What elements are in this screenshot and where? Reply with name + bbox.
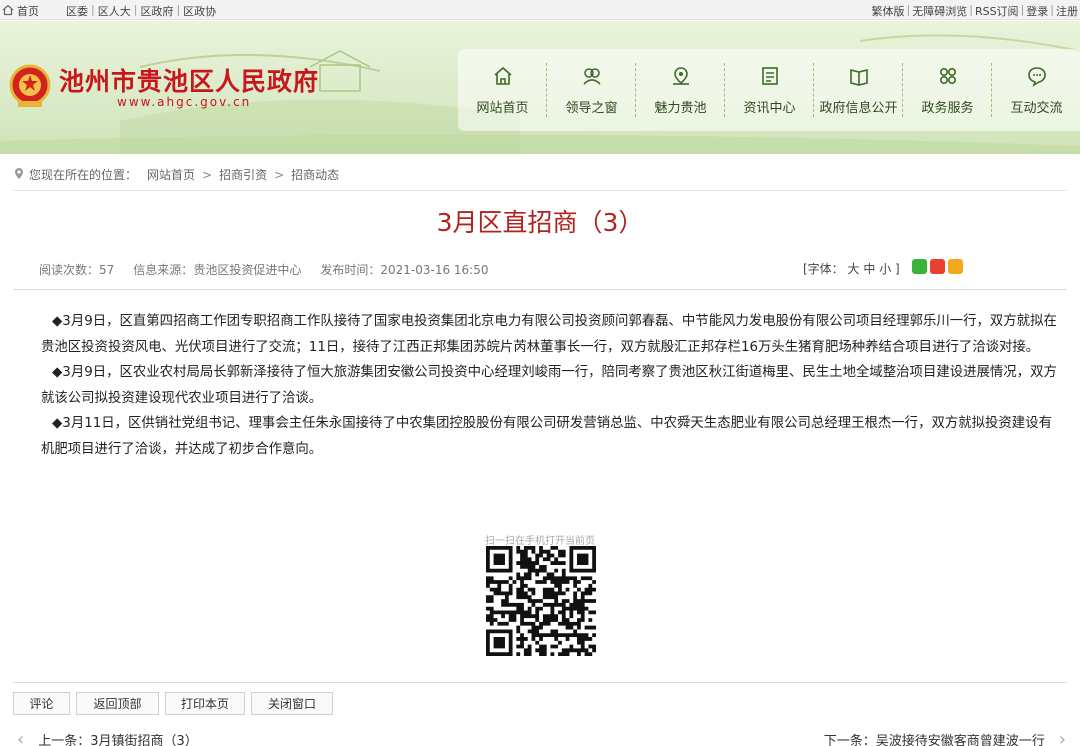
font-size-label: [字体： <box>803 262 844 276</box>
nav-home[interactable]: 网站首页 <box>458 49 547 131</box>
next-article-link[interactable]: 下一条：吴波接待安徽客商曾建波一行 › <box>824 730 1066 746</box>
site-title[interactable]: 池州市贵池区人民政府 <box>59 62 319 98</box>
comment-button[interactable]: 评论 <box>13 692 70 715</box>
national-emblem-icon <box>9 64 51 107</box>
chevron-right-icon: › <box>1058 728 1066 746</box>
next-article-label: 下一条：吴波接待安徽客商曾建波一行 <box>823 734 1045 746</box>
breadcrumb-home[interactable]: 网站首页 <box>147 166 195 183</box>
divider <box>13 682 1067 683</box>
breadcrumb: 您现在所在的位置： 网站首页 > 招商引资 > 招商动态 <box>13 166 339 183</box>
top-left-links: 区委 | 区人大 | 区政府 | 区政协 <box>66 3 217 19</box>
breadcrumb-dynamics[interactable]: 招商动态 <box>291 166 339 183</box>
home-link-label: 首页 <box>17 5 39 18</box>
nav-interaction-label: 互动交流 <box>1010 100 1063 116</box>
breadcrumb-investment[interactable]: 招商引资 <box>219 166 267 183</box>
publish-time: 发布时间：2021-03-16 16:50 <box>320 263 489 277</box>
site-url: www.ahgc.gov.cn <box>117 95 252 109</box>
wechat-share-icon[interactable] <box>912 259 927 274</box>
font-size-medium[interactable]: 中 <box>863 262 875 276</box>
nav-leaders[interactable]: 领导之窗 <box>547 49 636 131</box>
traditional-chinese-link[interactable]: 繁体版 <box>872 3 905 19</box>
register-link[interactable]: 注册 <box>1056 3 1078 19</box>
read-count: 阅读次数：57 <box>39 263 115 277</box>
location-pin-icon <box>13 167 25 183</box>
nav-interaction[interactable]: 互动交流 <box>992 49 1080 131</box>
prev-article-label: 上一条：3月镇街招商（3） <box>38 734 198 746</box>
top-link-cppcc[interactable]: 区政协 <box>183 3 216 19</box>
nav-gov-info[interactable]: 政府信息公开 <box>814 49 903 131</box>
back-to-top-button[interactable]: 返回顶部 <box>76 692 159 715</box>
news-icon <box>759 65 781 97</box>
accessibility-link[interactable]: 无障碍浏览 <box>912 3 967 19</box>
action-buttons: 评论 返回顶部 打印本页 关闭窗口 <box>13 692 333 715</box>
close-window-button[interactable]: 关闭窗口 <box>251 692 333 715</box>
location-icon <box>670 65 692 97</box>
home-link[interactable]: 首页 <box>2 3 39 19</box>
site-header: 池州市贵池区人民政府 www.ahgc.gov.cn 网站首页 领导之窗 魅力贵… <box>0 21 1080 154</box>
font-size-large[interactable]: 大 <box>848 262 860 276</box>
article-paragraph: ◆3月9日，区直第四招商工作团专职招商工作队接待了国家电投资集团北京电力有限公司… <box>41 314 1057 355</box>
nav-charm-label: 魅力贵池 <box>654 100 707 116</box>
article-meta: 阅读次数：57 信息来源：贵池区投资促进中心 发布时间：2021-03-16 1… <box>39 261 488 278</box>
leaders-icon <box>581 65 603 97</box>
nav-leaders-label: 领导之窗 <box>565 100 618 116</box>
divider <box>13 289 1067 290</box>
grid-icon <box>937 65 959 97</box>
qr-label: 扫一扫在手机打开当前页 <box>485 536 595 547</box>
nav-services-label: 政务服务 <box>921 100 974 116</box>
chat-icon <box>1026 65 1048 97</box>
home-icon <box>492 65 514 97</box>
main-nav: 网站首页 领导之窗 魅力贵池 资讯中心 政府信息公开 政务服务 互动交流 <box>458 49 1080 131</box>
qzone-share-icon[interactable] <box>948 259 963 274</box>
top-link-party[interactable]: 区委 <box>66 3 88 19</box>
login-link[interactable]: 登录 <box>1026 3 1048 19</box>
share-buttons <box>912 259 963 274</box>
divider <box>13 190 1067 191</box>
article-title: 3月区直招商（3） <box>436 208 644 237</box>
info-source: 信息来源：贵池区投资促进中心 <box>133 263 302 277</box>
rss-link[interactable]: RSS订阅 <box>975 3 1019 19</box>
home-icon <box>2 4 14 19</box>
book-icon <box>848 65 870 97</box>
top-bar: 首页 区委 | 区人大 | 区政府 | 区政协 繁体版 | 无障碍浏览 | RSS订阅 | … <box>0 0 1080 20</box>
top-link-congress[interactable]: 区人大 <box>98 3 131 19</box>
nav-services[interactable]: 政务服务 <box>903 49 992 131</box>
article-body: ◆3月9日，区直第四招商工作团专职招商工作队接待了国家电投资集团北京电力有限公司… <box>41 309 1065 462</box>
weibo-share-icon[interactable] <box>930 259 945 274</box>
prev-article-link[interactable]: ‹ 上一条：3月镇街招商（3） <box>17 730 198 746</box>
article-paragraph: ◆3月9日，区农业农村局局长郭新泽接待了恒大旅游集团安徽公司投资中心经理刘峻雨一… <box>41 365 1057 406</box>
nav-news-label: 资讯中心 <box>743 100 796 116</box>
font-size-control: [字体： 大 中 小 ] <box>803 262 900 276</box>
nav-news[interactable]: 资讯中心 <box>725 49 814 131</box>
nav-home-label: 网站首页 <box>476 100 529 116</box>
print-button[interactable]: 打印本页 <box>165 692 245 715</box>
breadcrumb-prefix: 您现在所在的位置： <box>29 168 138 182</box>
font-size-small[interactable]: 小 <box>879 262 891 276</box>
chevron-left-icon: ‹ <box>17 728 25 746</box>
nav-charm[interactable]: 魅力贵池 <box>636 49 725 131</box>
top-link-government[interactable]: 区政府 <box>140 3 173 19</box>
qr-code-icon <box>486 546 596 656</box>
top-right-links: 繁体版 | 无障碍浏览 | RSS订阅 | 登录 | 注册 <box>871 3 1078 19</box>
article-paragraph: ◆3月11日，区供销社党组书记、理事会主任朱永国接待了中农集团控股股份有限公司研… <box>41 416 1052 457</box>
nav-gov-info-label: 政府信息公开 <box>819 100 898 116</box>
